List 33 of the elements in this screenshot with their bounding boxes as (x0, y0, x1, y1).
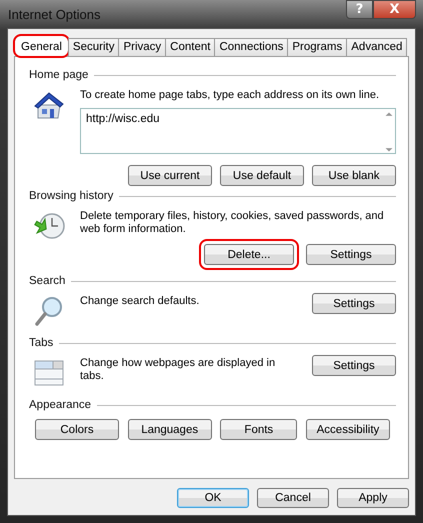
tab[interactable]: Content (165, 38, 216, 56)
tab[interactable]: Advanced (346, 38, 408, 56)
tab[interactable]: Programs (287, 38, 348, 56)
home-page-button[interactable]: Use blank (312, 165, 396, 186)
appearance-button[interactable]: Languages (128, 419, 212, 440)
section-title: Search (29, 275, 66, 287)
description-text: Change how webpages are displayed in tabs. (80, 356, 276, 383)
section-title: Appearance (29, 399, 92, 411)
delete-button[interactable]: Delete... (204, 244, 294, 265)
tab[interactable]: Security (68, 38, 120, 56)
tab[interactable]: Connections (214, 38, 288, 56)
appearance-button[interactable]: Accessibility (306, 419, 390, 440)
home-page-button[interactable]: Use default (220, 165, 304, 186)
dialog-button[interactable]: OK (177, 488, 249, 508)
description-text: Change search defaults. (80, 294, 200, 308)
dialog-button[interactable]: Apply (337, 488, 409, 508)
dialog-button[interactable]: Cancel (257, 488, 329, 508)
magnifier-icon (33, 295, 65, 327)
description-text: Delete temporary files, history, cookies, saved passwords, and web form information. (80, 209, 385, 236)
section-title: Tabs (29, 337, 54, 349)
appearance-button[interactable]: Fonts (220, 419, 298, 440)
settings-button[interactable]: Settings (306, 244, 396, 265)
tab[interactable]: General (14, 35, 69, 57)
home-page-button[interactable]: Use current (128, 165, 212, 186)
settings-button[interactable]: Settings (312, 355, 396, 376)
tab[interactable]: Privacy (118, 38, 166, 56)
address-field[interactable]: http://wisc.edu (80, 108, 396, 154)
settings-button[interactable]: Settings (312, 293, 396, 314)
section-title: Home page (29, 69, 88, 81)
section-title: Browsing history (29, 190, 114, 202)
window-title: Internet Options (7, 6, 100, 22)
appearance-button[interactable]: Colors (35, 419, 119, 440)
description-text: To create home page tabs, type each address on its own line. (80, 88, 380, 102)
